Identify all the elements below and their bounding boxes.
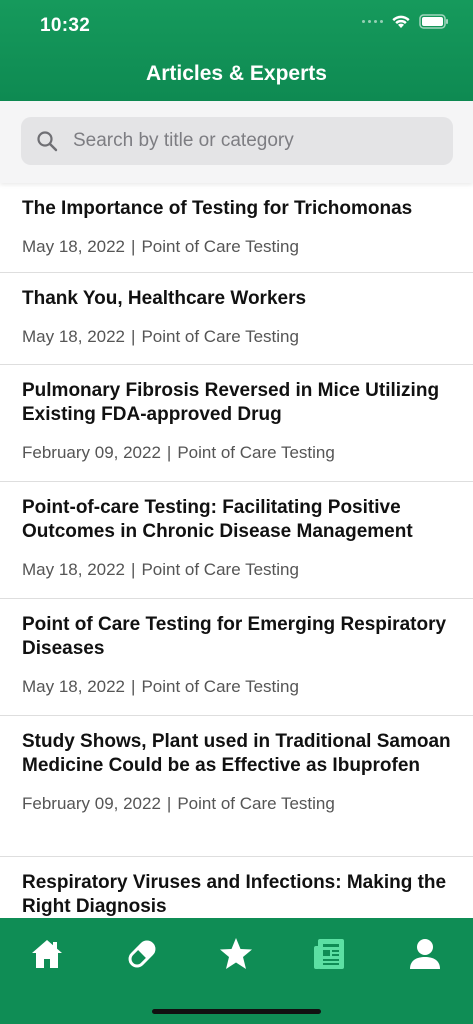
- battery-icon: [419, 14, 449, 29]
- article-item[interactable]: The Importance of Testing for Trichomona…: [0, 183, 473, 273]
- article-list: The Importance of Testing for Trichomona…: [0, 183, 473, 918]
- tab-medications[interactable]: [122, 934, 162, 974]
- article-item[interactable]: Point of Care Testing for Emerging Respi…: [0, 599, 473, 716]
- article-category: Point of Care Testing: [141, 677, 299, 696]
- article-date: May 18, 2022: [22, 677, 126, 696]
- person-icon: [410, 939, 440, 969]
- article-title: Study Shows, Plant used in Traditional S…: [22, 731, 451, 776]
- article-meta: May 18, 2022 | Point of Care Testing: [22, 236, 451, 258]
- pill-icon: [128, 940, 156, 968]
- article-item[interactable]: Study Shows, Plant used in Traditional S…: [0, 716, 473, 857]
- meta-separator: |: [166, 794, 172, 813]
- article-title: Pulmonary Fibrosis Reversed in Mice Util…: [22, 380, 440, 425]
- article-date: February 09, 2022: [22, 794, 161, 813]
- status-time: 10:32: [40, 15, 91, 36]
- home-icon: [32, 940, 62, 968]
- star-icon: [220, 938, 252, 969]
- article-date: February 09, 2022: [22, 443, 161, 462]
- header: 10:32 Articles & Experts: [0, 0, 473, 101]
- article-item[interactable]: Pulmonary Fibrosis Reversed in Mice Util…: [0, 365, 473, 482]
- tab-articles[interactable]: [311, 934, 351, 974]
- article-title: Point-of-care Testing: Facilitating Posi…: [22, 497, 413, 542]
- cellular-signal-icon: [362, 20, 383, 23]
- meta-separator: |: [131, 327, 136, 346]
- meta-separator: |: [131, 677, 136, 696]
- newspaper-icon: [314, 939, 344, 969]
- article-category: Point of Care Testing: [177, 443, 335, 462]
- page-title: Articles & Experts: [146, 62, 327, 85]
- article-meta: May 18, 2022 | Point of Care Testing: [22, 326, 451, 348]
- article-meta: May 18, 2022 | Point of Care Testing: [22, 676, 451, 698]
- article-date: May 18, 2022: [22, 560, 126, 579]
- article-meta: February 09, 2022 | Point of Care Testing: [22, 793, 451, 815]
- search-input[interactable]: [73, 130, 453, 152]
- article-category: Point of Care Testing: [141, 327, 299, 346]
- meta-separator: |: [131, 237, 136, 256]
- article-item[interactable]: Point-of-care Testing: Facilitating Posi…: [0, 482, 473, 599]
- article-title: Thank You, Healthcare Workers: [22, 288, 307, 309]
- wifi-icon: [391, 14, 411, 29]
- tab-favorites[interactable]: [216, 934, 256, 974]
- article-meta: February 09, 2022 | Point of Care Testing: [22, 442, 451, 464]
- article-date: May 18, 2022: [22, 237, 126, 256]
- search-icon: [37, 131, 58, 152]
- article-category: Point of Care Testing: [141, 560, 299, 579]
- article-item[interactable]: Respiratory Viruses and Infections: Maki…: [0, 857, 473, 918]
- article-item[interactable]: Thank You, Healthcare Workers May 18, 20…: [0, 273, 473, 365]
- search-box[interactable]: [21, 117, 453, 165]
- meta-separator: |: [166, 443, 172, 462]
- tab-home[interactable]: [27, 934, 67, 974]
- article-title: Respiratory Viruses and Infections: Maki…: [22, 872, 447, 917]
- article-category: Point of Care Testing: [177, 794, 335, 813]
- article-meta: May 18, 2022 | Point of Care Testing: [22, 559, 451, 581]
- article-date: May 18, 2022: [22, 327, 126, 346]
- home-indicator: [152, 1009, 321, 1014]
- tab-profile[interactable]: [405, 934, 445, 974]
- article-category: Point of Care Testing: [141, 237, 299, 256]
- article-title: Point of Care Testing for Emerging Respi…: [22, 614, 447, 659]
- status-icons: [362, 14, 449, 29]
- article-title: The Importance of Testing for Trichomona…: [22, 198, 413, 219]
- meta-separator: |: [131, 560, 136, 579]
- search-bar-container: [0, 101, 473, 183]
